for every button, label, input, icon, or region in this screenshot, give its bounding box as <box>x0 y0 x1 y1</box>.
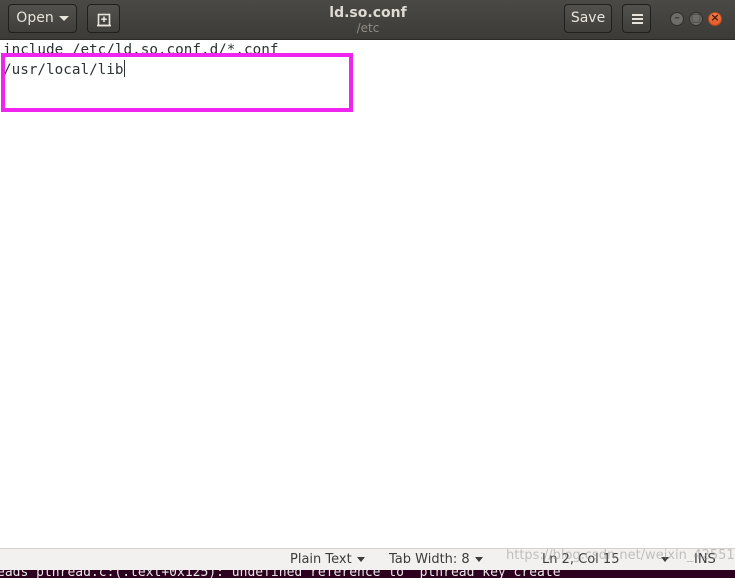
tab-width-label: Tab Width: 8 <box>389 552 470 567</box>
window-subtitle: /etc <box>356 21 380 35</box>
chevron-down-icon <box>356 557 365 562</box>
terminal-output: eads pthread.c:(.text+0x125): undefined … <box>0 570 569 578</box>
editor-line-2: /usr/local/lib <box>3 60 125 79</box>
new-document-icon <box>97 13 111 27</box>
editor-line-1: include /etc/ld.so.conf.d/*.conf <box>3 42 279 58</box>
maximize-button[interactable]: □ <box>689 11 703 26</box>
minimize-icon: – <box>674 11 680 24</box>
language-label: Plain Text <box>290 552 352 567</box>
cursor-position-dropdown[interactable] <box>656 551 669 569</box>
tab-width-selector[interactable]: Tab Width: 8 <box>389 551 483 569</box>
close-button[interactable]: × <box>708 11 722 26</box>
language-selector[interactable]: Plain Text <box>290 551 365 569</box>
open-button-label: Open <box>16 10 54 26</box>
chevron-down-icon <box>474 557 483 562</box>
insert-mode-indicator[interactable]: INS <box>694 551 716 569</box>
gedit-window: Open ld.so.conf /etc Save – □ × include … <box>0 0 735 578</box>
editor-line-2-text: /usr/local/lib <box>3 62 124 78</box>
window-title: ld.so.conf <box>329 5 407 21</box>
status-bar: Plain Text Tab Width: 8 Ln 2, Col 15 INS <box>0 548 735 571</box>
chevron-down-icon <box>58 15 69 21</box>
save-button[interactable]: Save <box>564 4 612 33</box>
cursor-position-selector[interactable]: Ln 2, Col 15 <box>542 551 619 569</box>
new-document-button[interactable] <box>87 4 120 33</box>
open-button[interactable]: Open <box>8 4 77 33</box>
text-cursor <box>123 60 125 77</box>
maximize-icon: □ <box>690 11 702 24</box>
chevron-down-icon <box>661 557 669 562</box>
background-terminal: eads pthread.c:(.text+0x125): undefined … <box>0 570 735 578</box>
cursor-position-label: Ln 2, Col 15 <box>542 552 620 567</box>
close-icon: × <box>710 11 720 24</box>
text-editor-area[interactable]: include /etc/ld.so.conf.d/*.conf /usr/lo… <box>0 40 735 548</box>
hamburger-menu-button[interactable] <box>622 4 651 33</box>
minimize-button[interactable]: – <box>670 11 684 26</box>
header-bar: Open ld.so.conf /etc Save – □ × <box>0 0 735 40</box>
